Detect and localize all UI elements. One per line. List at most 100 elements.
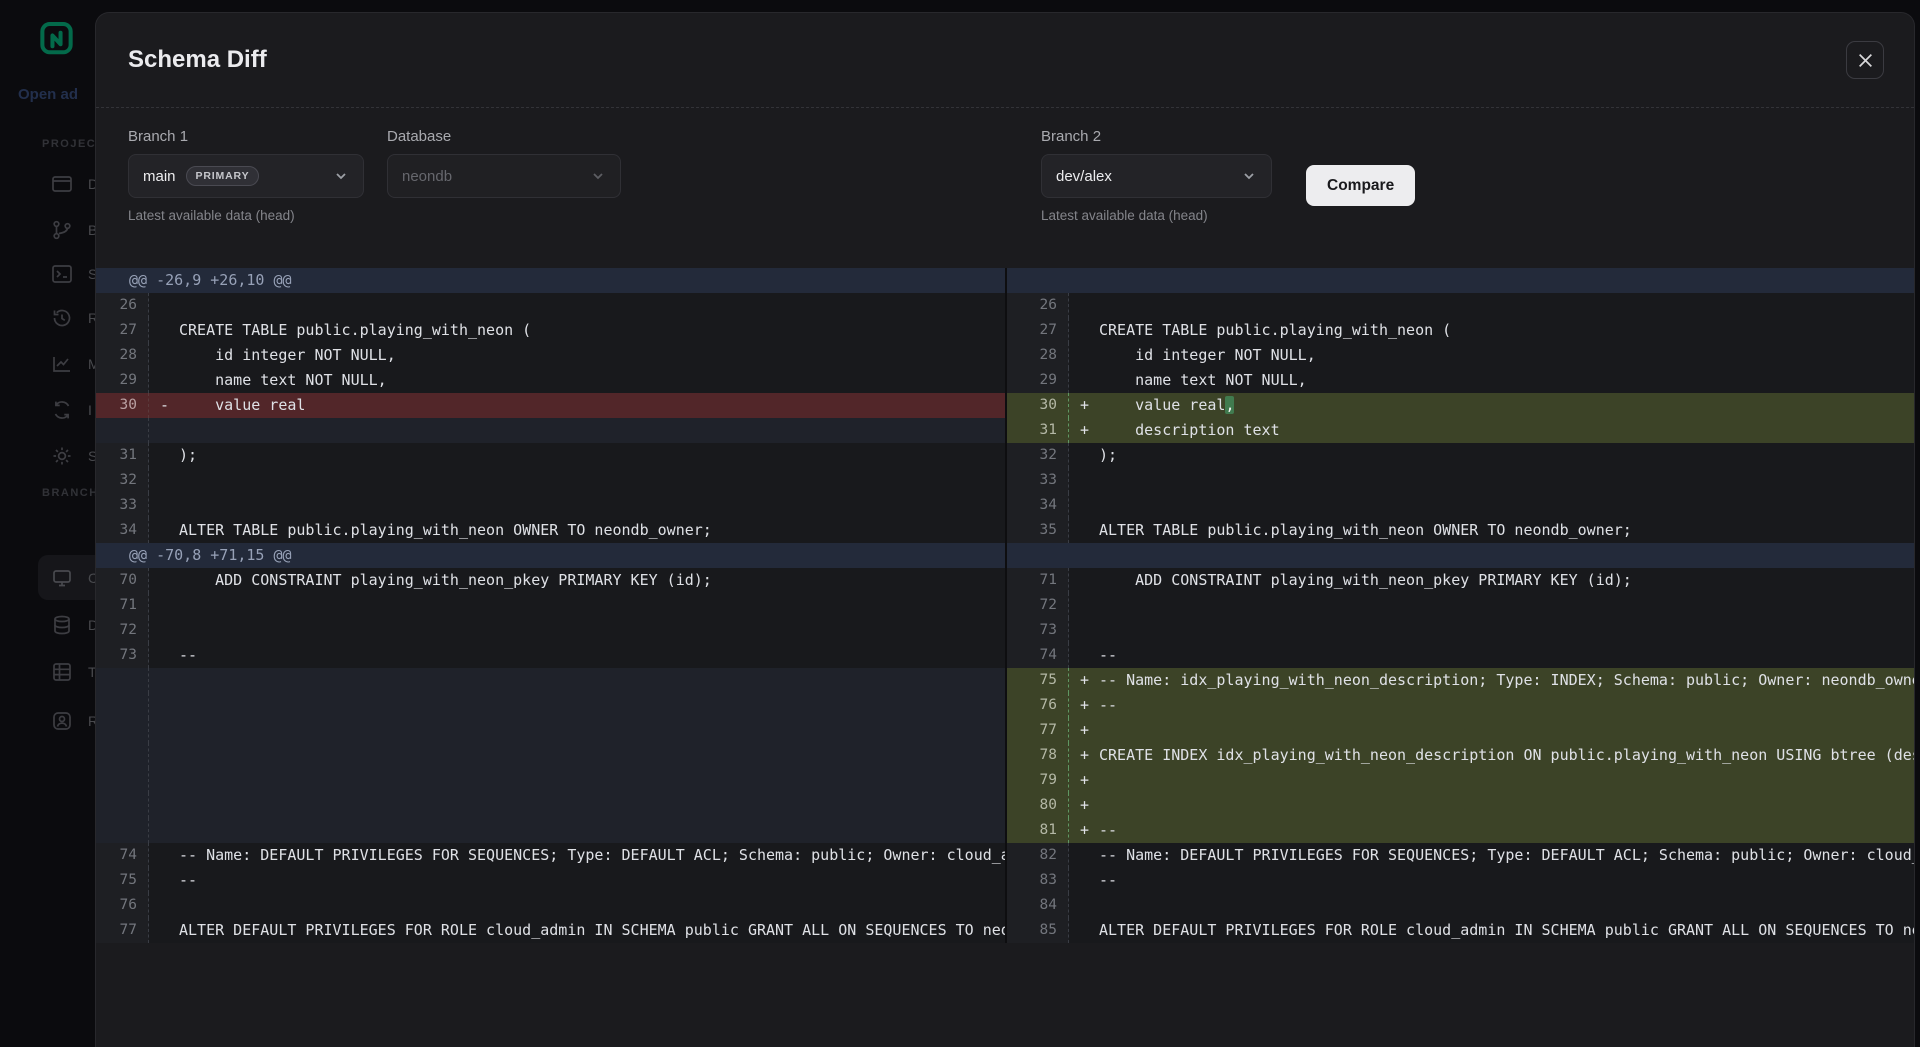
char-diff-highlight: ,: [1225, 396, 1234, 414]
chevron-down-icon: [333, 168, 349, 184]
line-number: 74: [1007, 643, 1069, 668]
code-text: [149, 468, 1005, 493]
line-number-gutter: [96, 693, 149, 718]
branch1-select[interactable]: main PRIMARY: [128, 154, 364, 198]
hunk-header-text: @@ -26,9 +26,10 @@: [129, 271, 292, 289]
line-number: 31: [96, 443, 149, 468]
line-number-gutter: [96, 418, 149, 443]
diff-code-line: 77+: [1007, 718, 1914, 743]
line-number: 75: [96, 868, 149, 893]
schema-diff-modal: Schema Diff Branch 1 main PRIMARY Latest…: [95, 12, 1915, 1047]
line-number: 32: [96, 468, 149, 493]
code-text: ALTER DEFAULT PRIVILEGES FOR ROLE cloud_…: [1069, 918, 1914, 943]
diff-code-line: 81+--: [1007, 818, 1914, 843]
diff-code-line: 84: [1007, 893, 1914, 918]
code-text: -- Name: DEFAULT PRIVILEGES FOR SEQUENCE…: [1069, 843, 1914, 868]
filler-row: [96, 718, 1005, 743]
line-number: 71: [96, 593, 149, 618]
line-number-gutter: [96, 743, 149, 768]
code-text: +-- Name: idx_playing_with_neon_descript…: [1069, 668, 1914, 693]
database-select[interactable]: neondb: [387, 154, 621, 198]
line-number: 72: [96, 618, 149, 643]
line-number: 85: [1007, 918, 1069, 943]
branch2-field: Branch 2 dev/alex Latest available data …: [1041, 128, 1272, 223]
line-number: 34: [96, 518, 149, 543]
diff-code-line: 71 ADD CONSTRAINT playing_with_neon_pkey…: [1007, 568, 1914, 593]
filler-row: [96, 743, 1005, 768]
code-text: --: [149, 868, 1005, 893]
diff-code-line: 32 );: [1007, 443, 1914, 468]
line-number: 76: [96, 893, 149, 918]
code-text: +--: [1069, 693, 1914, 718]
diff-panel-left: @@ -26,9 +26,10 @@ 26 27 CREATE TABLE pub…: [96, 268, 1007, 943]
code-text: [1069, 618, 1914, 643]
filler-row: [96, 668, 1005, 693]
code-text: CREATE TABLE public.playing_with_neon (: [149, 318, 1005, 343]
code-text: - value real: [149, 393, 1005, 418]
branch1-hint: Latest available data (head): [128, 208, 364, 223]
diff-code-line: 26: [1007, 293, 1914, 318]
diff-code-line: 75 --: [96, 868, 1005, 893]
code-text: id integer NOT NULL,: [1069, 343, 1914, 368]
diff-code-line: 34: [1007, 493, 1914, 518]
line-number: 77: [1007, 718, 1069, 743]
line-number: 73: [1007, 618, 1069, 643]
line-number: 31: [1007, 418, 1069, 443]
line-number: 79: [1007, 768, 1069, 793]
branch2-label: Branch 2: [1041, 128, 1272, 145]
database-field: Database neondb: [387, 128, 621, 198]
code-text: --: [1069, 868, 1914, 893]
compare-button[interactable]: Compare: [1306, 165, 1415, 206]
diff-code-line: 33: [1007, 468, 1914, 493]
branch1-label: Branch 1: [128, 128, 364, 145]
line-number: 26: [1007, 293, 1069, 318]
code-text: +CREATE INDEX idx_playing_with_neon_desc…: [1069, 743, 1914, 768]
code-text: id integer NOT NULL,: [149, 343, 1005, 368]
code-text: CREATE TABLE public.playing_with_neon (: [1069, 318, 1914, 343]
diff-code-line: 30- value real: [96, 393, 1005, 418]
code-text: [149, 293, 1005, 318]
diff-code-line: 71: [96, 593, 1005, 618]
diff-code-line: 85 ALTER DEFAULT PRIVILEGES FOR ROLE clo…: [1007, 918, 1914, 943]
code-text: ALTER TABLE public.playing_with_neon OWN…: [1069, 518, 1914, 543]
diff-code-line: 27 CREATE TABLE public.playing_with_neon…: [96, 318, 1005, 343]
hunk-header-row: @@ -26,9 +26,10 @@: [96, 268, 1005, 293]
code-text: [1069, 893, 1914, 918]
diff-code-line: 72: [96, 618, 1005, 643]
diff-code-line: 76+--: [1007, 693, 1914, 718]
line-number: 32: [1007, 443, 1069, 468]
close-button[interactable]: [1846, 41, 1884, 79]
diff-code-line: 33: [96, 493, 1005, 518]
diff-code-line: 77 ALTER DEFAULT PRIVILEGES FOR ROLE clo…: [96, 918, 1005, 943]
code-text: [149, 493, 1005, 518]
code-text: + description text: [1069, 418, 1914, 443]
code-text: +--: [1069, 818, 1914, 843]
line-number-gutter: [96, 768, 149, 793]
line-number: 81: [1007, 818, 1069, 843]
branch2-select[interactable]: dev/alex: [1041, 154, 1272, 198]
diff-code-line: 80+: [1007, 793, 1914, 818]
branch1-value: main: [143, 168, 176, 185]
line-number: 82: [1007, 843, 1069, 868]
code-text: name text NOT NULL,: [149, 368, 1005, 393]
line-number: 33: [1007, 468, 1069, 493]
code-text: ADD CONSTRAINT playing_with_neon_pkey PR…: [1069, 568, 1914, 593]
hunk-header-row: [1007, 543, 1914, 568]
code-text: +: [1069, 793, 1914, 818]
diff-code-line: 78+CREATE INDEX idx_playing_with_neon_de…: [1007, 743, 1914, 768]
branch1-field: Branch 1 main PRIMARY Latest available d…: [128, 128, 364, 223]
line-number-gutter: [96, 793, 149, 818]
code-text: );: [149, 443, 1005, 468]
chevron-down-icon: [590, 168, 606, 184]
code-text: [149, 893, 1005, 918]
line-number: 30: [1007, 393, 1069, 418]
line-number: 72: [1007, 593, 1069, 618]
code-text: [149, 593, 1005, 618]
line-number-gutter: [96, 668, 149, 693]
line-number: 26: [96, 293, 149, 318]
hunk-header-row: @@ -70,8 +71,15 @@: [96, 543, 1005, 568]
diff-code-line: 82 -- Name: DEFAULT PRIVILEGES FOR SEQUE…: [1007, 843, 1914, 868]
line-number: 27: [96, 318, 149, 343]
diff-code-line: 73: [1007, 618, 1914, 643]
diff-code-line: 74 -- Name: DEFAULT PRIVILEGES FOR SEQUE…: [96, 843, 1005, 868]
